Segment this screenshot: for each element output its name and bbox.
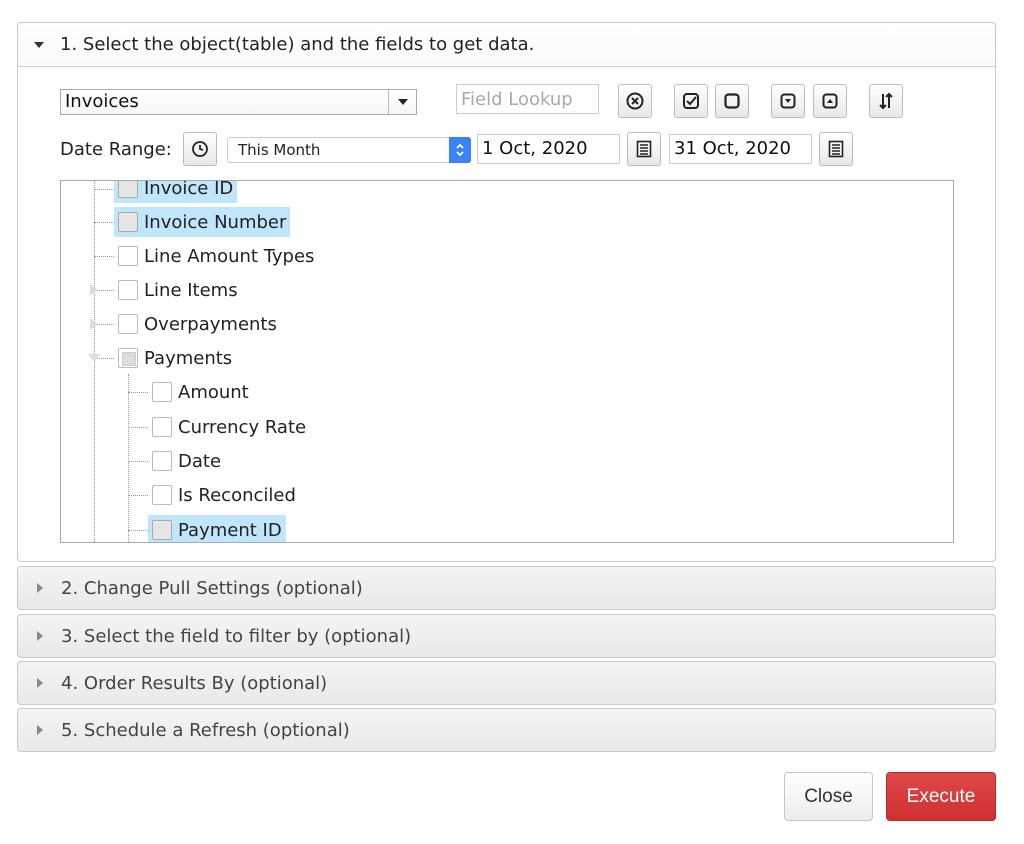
- close-button[interactable]: Close: [784, 772, 873, 821]
- execute-button[interactable]: Execute: [886, 772, 996, 821]
- section-4-title: 4. Order Results By (optional): [61, 672, 328, 694]
- checkbox-icon[interactable]: [152, 451, 172, 471]
- caret-right-icon: [37, 725, 43, 735]
- tree-item-currency-rate[interactable]: Currency Rate: [148, 412, 310, 442]
- start-date-calendar-button[interactable]: [627, 132, 661, 166]
- uncheck-all-icon: [724, 93, 740, 109]
- section-1-title: 1. Select the object(table) and the fiel…: [60, 34, 535, 55]
- tree-item-is-reconciled[interactable]: Is Reconciled: [148, 480, 300, 510]
- section-1-header[interactable]: 1. Select the object(table) and the fiel…: [18, 23, 995, 67]
- caret-right-icon: [37, 631, 43, 641]
- checkbox-icon[interactable]: [118, 246, 138, 266]
- date-range-value: This Month: [238, 141, 321, 159]
- collapse-payments-icon[interactable]: [88, 354, 100, 362]
- clear-icon: [626, 92, 644, 110]
- section-5-title: 5. Schedule a Refresh (optional): [61, 719, 350, 741]
- tree-item-invoice-number[interactable]: Invoice Number: [114, 207, 291, 237]
- expand-up-icon: [822, 93, 838, 109]
- checkbox-checked-icon[interactable]: [118, 212, 138, 232]
- checkbox-partial-icon[interactable]: [118, 348, 138, 368]
- start-date-input[interactable]: 1 Oct, 2020: [477, 134, 620, 164]
- expand-up-button[interactable]: [813, 84, 847, 118]
- checkbox-icon[interactable]: [152, 485, 172, 505]
- collapse-down-icon: [780, 93, 796, 109]
- section-pull-settings[interactable]: 2. Change Pull Settings (optional): [17, 566, 996, 610]
- collapse-down-button[interactable]: [771, 84, 805, 118]
- expand-overpayments-icon[interactable]: [90, 318, 98, 330]
- clear-button[interactable]: [618, 84, 652, 118]
- calendar-icon: [636, 140, 652, 158]
- chevron-down-icon[interactable]: [388, 90, 416, 114]
- section-3-title: 3. Select the field to filter by (option…: [61, 625, 412, 647]
- checkbox-icon[interactable]: [118, 314, 138, 334]
- object-select-value: Invoices: [65, 91, 139, 112]
- end-date-calendar-button[interactable]: [819, 132, 853, 166]
- caret-right-icon: [37, 583, 43, 593]
- date-range-clock-button[interactable]: [183, 132, 217, 166]
- tree-item-line-amount-types[interactable]: Line Amount Types: [114, 241, 318, 271]
- checkbox-checked-icon[interactable]: [118, 181, 138, 198]
- caret-right-icon: [37, 678, 43, 688]
- expand-line-items-icon[interactable]: [90, 284, 98, 296]
- date-range-select[interactable]: This Month: [227, 137, 471, 163]
- date-range-label: Date Range:: [60, 139, 172, 160]
- tree-item-invoice-id[interactable]: Invoice ID: [114, 181, 238, 203]
- section-filter-field[interactable]: 3. Select the field to filter by (option…: [17, 614, 996, 658]
- tree-item-overpayments[interactable]: Overpayments: [114, 309, 281, 339]
- section-schedule-refresh[interactable]: 5. Schedule a Refresh (optional): [17, 708, 996, 752]
- check-all-icon: [683, 93, 699, 109]
- field-lookup-input[interactable]: [456, 84, 599, 114]
- checkbox-checked-icon[interactable]: [152, 520, 172, 540]
- end-date-input[interactable]: 31 Oct, 2020: [669, 134, 812, 164]
- caret-down-icon: [34, 41, 44, 48]
- sort-button[interactable]: [869, 84, 903, 118]
- section-select-object: 1. Select the object(table) and the fiel…: [17, 22, 996, 562]
- tree-item-line-items[interactable]: Line Items: [114, 275, 242, 305]
- checkbox-icon[interactable]: [152, 417, 172, 437]
- clock-icon: [192, 141, 208, 157]
- tree-item-payment-id[interactable]: Payment ID: [148, 515, 286, 542]
- section-order-results[interactable]: 4. Order Results By (optional): [17, 661, 996, 705]
- tree-item-payments[interactable]: Payments: [114, 343, 236, 373]
- tree-item-date[interactable]: Date: [148, 446, 225, 476]
- check-all-button[interactable]: [674, 84, 708, 118]
- uncheck-all-button[interactable]: [715, 84, 749, 118]
- object-select[interactable]: Invoices: [60, 89, 417, 115]
- calendar-icon: [828, 140, 844, 158]
- checkbox-icon[interactable]: [152, 382, 172, 402]
- field-tree[interactable]: Invoice ID Invoice Number Line Amount Ty…: [60, 180, 954, 543]
- section-2-title: 2. Change Pull Settings (optional): [61, 577, 363, 599]
- sort-icon: [879, 92, 893, 110]
- checkbox-icon[interactable]: [118, 280, 138, 300]
- tree-item-amount[interactable]: Amount: [148, 377, 253, 407]
- select-spinner-icon[interactable]: [449, 137, 471, 163]
